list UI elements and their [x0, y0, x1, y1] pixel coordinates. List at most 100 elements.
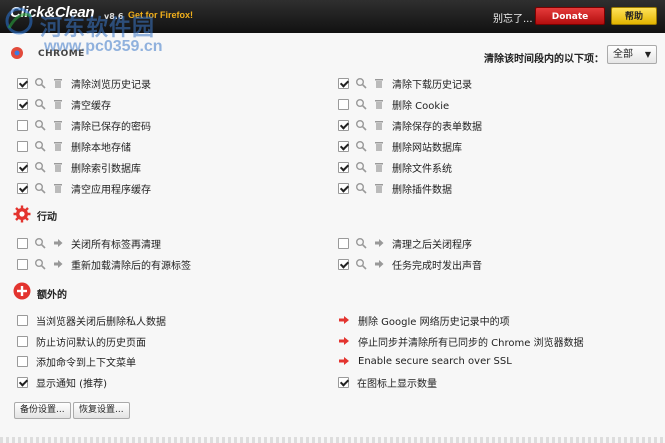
- option-row[interactable]: 删除 Cookie: [338, 97, 450, 112]
- search-icon[interactable]: [355, 237, 367, 249]
- time-range-label: 清除该时间段内的以下项：: [484, 54, 604, 65]
- option-label: 清除下载历史记录: [392, 79, 472, 91]
- search-icon[interactable]: [355, 182, 367, 194]
- option-label: 当浏览器关闭后删除私人数据: [36, 316, 166, 328]
- option-label: 删除 Cookie: [392, 100, 450, 112]
- search-icon[interactable]: [34, 119, 46, 131]
- trash-icon: [52, 140, 64, 152]
- trash-icon: [52, 119, 64, 131]
- option-checkbox[interactable]: [17, 161, 28, 173]
- search-icon[interactable]: [355, 140, 367, 152]
- option-label: 清除已保存的密码: [71, 121, 151, 133]
- search-icon[interactable]: [34, 237, 46, 249]
- option-row[interactable]: 显示通知 (推荐): [17, 375, 107, 390]
- trash-icon: [52, 98, 64, 110]
- arrow-right-icon[interactable]: [338, 314, 350, 326]
- option-checkbox[interactable]: [338, 119, 349, 131]
- option-checkbox[interactable]: [17, 237, 28, 249]
- option-label: 重新加载清除后的有源标签: [71, 260, 191, 272]
- option-checkbox[interactable]: [338, 182, 349, 194]
- option-row[interactable]: 删除文件系统: [338, 160, 452, 175]
- option-label: 删除本地存储: [71, 142, 131, 154]
- donate-button[interactable]: Donate: [535, 7, 605, 25]
- option-row[interactable]: 清理之后关闭程序: [338, 236, 472, 251]
- extra-section-title: 额外的: [37, 290, 67, 301]
- option-row[interactable]: 清除浏览历史记录: [17, 76, 151, 91]
- search-icon[interactable]: [34, 140, 46, 152]
- option-checkbox[interactable]: [17, 355, 28, 367]
- search-icon[interactable]: [355, 98, 367, 110]
- option-row[interactable]: 清除保存的表单数据: [338, 118, 482, 133]
- option-row[interactable]: 当浏览器关闭后删除私人数据: [17, 313, 166, 328]
- search-icon[interactable]: [34, 182, 46, 194]
- option-label: 防止访问默认的历史页面: [36, 337, 146, 349]
- help-button[interactable]: 帮助: [611, 7, 657, 25]
- option-checkbox[interactable]: [17, 182, 28, 194]
- backup-settings-button[interactable]: 备份设置...: [14, 402, 71, 419]
- option-checkbox[interactable]: [17, 98, 28, 110]
- option-row[interactable]: Enable secure search over SSL: [338, 354, 512, 368]
- option-checkbox[interactable]: [338, 98, 349, 110]
- chrome-section-title: CHROME: [38, 49, 85, 59]
- search-icon[interactable]: [355, 119, 367, 131]
- trash-icon: [373, 77, 385, 89]
- trash-icon: [52, 161, 64, 173]
- option-row[interactable]: 删除索引数据库: [17, 160, 141, 175]
- option-row[interactable]: 清空应用程序缓存: [17, 181, 151, 196]
- option-row[interactable]: 清空缓存: [17, 97, 111, 112]
- option-label: 清除浏览历史记录: [71, 79, 151, 91]
- option-checkbox[interactable]: [17, 119, 28, 131]
- option-checkbox[interactable]: [338, 376, 349, 388]
- option-row[interactable]: 防止访问默认的历史页面: [17, 334, 146, 349]
- option-label: 清空缓存: [71, 100, 111, 112]
- option-row[interactable]: 关闭所有标签再清理: [17, 236, 161, 251]
- arrow-right-icon[interactable]: [338, 335, 350, 347]
- option-checkbox[interactable]: [338, 140, 349, 152]
- option-checkbox[interactable]: [338, 237, 349, 249]
- search-icon[interactable]: [355, 161, 367, 173]
- option-row[interactable]: 删除插件数据: [338, 181, 452, 196]
- option-label: 清理之后关闭程序: [392, 239, 472, 251]
- option-row[interactable]: 清除下载历史记录: [338, 76, 472, 91]
- option-checkbox[interactable]: [17, 258, 28, 270]
- option-row[interactable]: 停止同步并清除所有已同步的 Chrome 浏览器数据: [338, 334, 584, 349]
- option-label: 关闭所有标签再清理: [71, 239, 161, 251]
- option-checkbox[interactable]: [17, 376, 28, 388]
- option-checkbox[interactable]: [17, 77, 28, 89]
- option-label: 显示通知 (推荐): [36, 378, 107, 390]
- option-row[interactable]: 添加命令到上下文菜单: [17, 354, 136, 369]
- option-checkbox[interactable]: [338, 258, 349, 270]
- trash-icon: [373, 98, 385, 110]
- arrow-right-icon: [373, 258, 385, 270]
- search-icon[interactable]: [34, 98, 46, 110]
- arrow-right-icon[interactable]: [338, 355, 350, 367]
- arrow-right-icon: [52, 258, 64, 270]
- option-label: 停止同步并清除所有已同步的 Chrome 浏览器数据: [358, 337, 584, 349]
- option-row[interactable]: 清除已保存的密码: [17, 118, 151, 133]
- option-label: 清除保存的表单数据: [392, 121, 482, 133]
- option-label: 删除网站数据库: [392, 142, 462, 154]
- restore-settings-button[interactable]: 恢复设置...: [73, 402, 130, 419]
- option-row[interactable]: 删除 Google 网络历史记录中的项: [338, 313, 510, 328]
- time-range-value: 全部: [613, 49, 633, 60]
- search-icon[interactable]: [34, 77, 46, 89]
- option-row[interactable]: 删除本地存储: [17, 139, 131, 154]
- option-checkbox[interactable]: [17, 314, 28, 326]
- search-icon[interactable]: [34, 258, 46, 270]
- chevron-down-icon: ▼: [644, 50, 651, 59]
- option-row[interactable]: 重新加载清除后的有源标签: [17, 257, 191, 272]
- option-row[interactable]: 任务完成时发出声音: [338, 257, 482, 272]
- search-icon[interactable]: [355, 77, 367, 89]
- option-row[interactable]: 删除网站数据库: [338, 139, 462, 154]
- search-icon[interactable]: [355, 258, 367, 270]
- option-checkbox[interactable]: [338, 161, 349, 173]
- search-icon[interactable]: [34, 161, 46, 173]
- option-row[interactable]: 在图标上显示数量: [338, 375, 437, 390]
- option-checkbox[interactable]: [17, 140, 28, 152]
- option-label: 删除 Google 网络历史记录中的项: [358, 316, 510, 328]
- option-checkbox[interactable]: [17, 335, 28, 347]
- option-label: 任务完成时发出声音: [392, 260, 482, 272]
- arrow-right-icon: [52, 237, 64, 249]
- option-checkbox[interactable]: [338, 77, 349, 89]
- time-range-select[interactable]: 全部 ▼: [607, 45, 657, 64]
